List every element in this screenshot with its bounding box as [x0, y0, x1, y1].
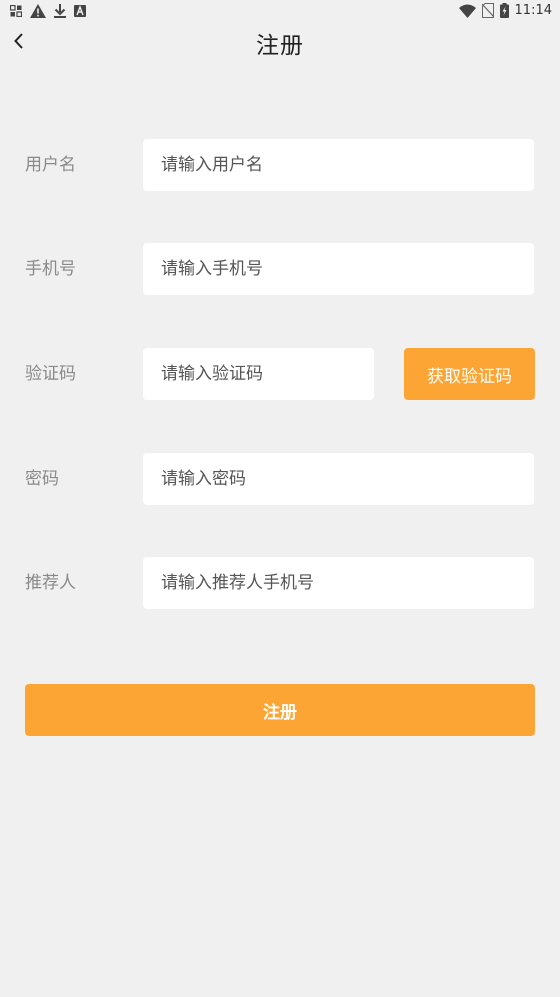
download-icon	[54, 4, 66, 18]
username-label: 用户名	[25, 155, 76, 175]
referrer-input[interactable]	[143, 557, 534, 609]
status-bar-right: 11:14	[458, 3, 552, 18]
register-button[interactable]: 注册	[25, 684, 535, 736]
code-row: 验证码 获取验证码	[0, 348, 560, 400]
status-bar: 11:14	[0, 0, 560, 24]
password-row: 密码	[0, 453, 560, 505]
username-input[interactable]	[143, 139, 534, 191]
referrer-row: 推荐人	[0, 557, 560, 609]
warning-icon	[30, 4, 46, 18]
status-time: 11:14	[514, 3, 552, 18]
code-label: 验证码	[25, 364, 76, 384]
wifi-icon	[458, 4, 476, 18]
page-title: 注册	[256, 33, 304, 59]
password-label: 密码	[25, 469, 59, 489]
phone-input[interactable]	[143, 243, 534, 295]
phone-row: 手机号	[0, 243, 560, 295]
no-sim-icon	[481, 3, 494, 18]
username-row: 用户名	[0, 139, 560, 191]
grid-icon	[10, 5, 22, 17]
code-input[interactable]	[143, 348, 374, 400]
font-a-icon	[74, 5, 86, 17]
battery-charging-icon	[499, 3, 509, 18]
status-bar-left	[10, 4, 86, 18]
referrer-label: 推荐人	[25, 573, 76, 593]
phone-label: 手机号	[25, 259, 76, 279]
password-input[interactable]	[143, 453, 534, 505]
get-code-button[interactable]: 获取验证码	[404, 348, 535, 400]
